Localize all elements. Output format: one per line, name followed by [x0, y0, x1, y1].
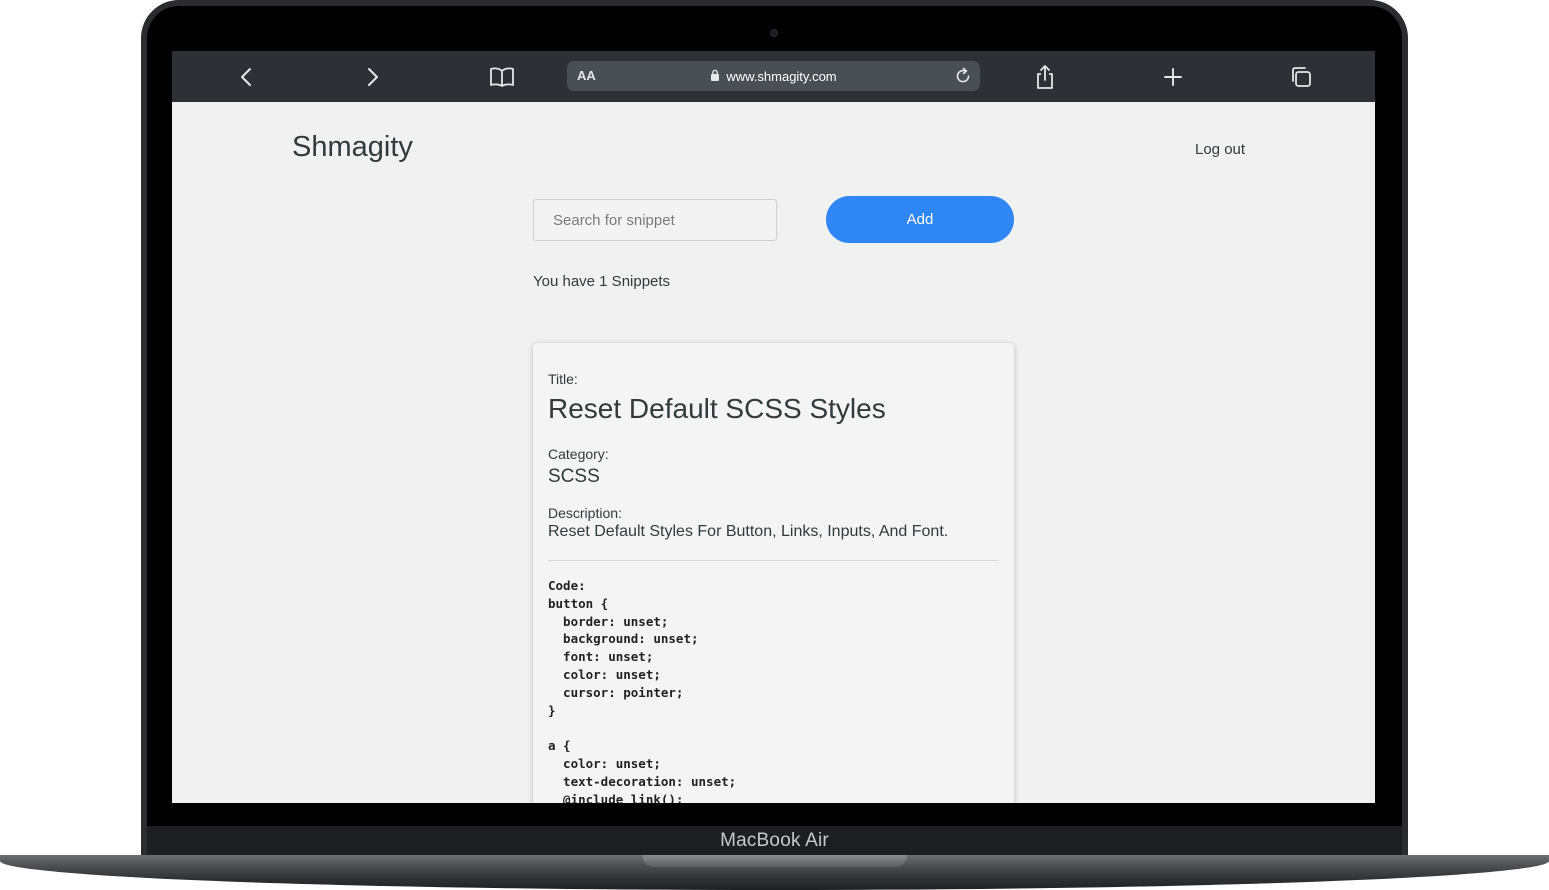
reload-icon[interactable]	[952, 65, 974, 87]
add-button[interactable]: Add	[826, 196, 1014, 243]
lock-icon	[710, 69, 720, 84]
laptop-notch	[642, 855, 907, 867]
divider	[548, 560, 999, 561]
browser-screen: AA www.shmagity.com Shmagity Log out Add…	[172, 51, 1375, 803]
share-icon[interactable]	[1031, 63, 1059, 91]
url-text[interactable]: www.shmagity.com	[726, 69, 836, 84]
description-label: Description:	[548, 505, 622, 521]
snippet-count: You have 1 Snippets	[533, 273, 671, 290]
category-label: Category:	[548, 446, 609, 462]
title-label: Title:	[548, 371, 578, 387]
snippet-card: Title: Reset Default SCSS Styles Categor…	[533, 343, 1014, 803]
code-block[interactable]: Code: button { border: unset; background…	[548, 577, 736, 803]
snippet-title: Reset Default SCSS Styles	[548, 393, 886, 424]
code-label: Code:	[548, 578, 586, 593]
snippet-category: SCSS	[548, 466, 600, 487]
snippet-description: Reset Default Styles For Button, Links, …	[548, 523, 949, 540]
back-icon[interactable]	[232, 63, 260, 91]
new-tab-icon[interactable]	[1159, 63, 1187, 91]
logout-link[interactable]: Log out	[1195, 141, 1245, 158]
device-label: MacBook Air	[720, 830, 829, 851]
site-logo[interactable]: Shmagity	[292, 131, 413, 164]
tabs-icon[interactable]	[1287, 63, 1315, 91]
bookmarks-icon[interactable]	[488, 63, 516, 91]
search-input[interactable]	[533, 199, 777, 241]
address-bar[interactable]: AA www.shmagity.com	[567, 61, 980, 91]
forward-icon[interactable]	[359, 63, 387, 91]
browser-toolbar: AA www.shmagity.com	[172, 51, 1375, 102]
camera	[770, 29, 778, 37]
code-content: button { border: unset; background: unse…	[548, 595, 737, 803]
